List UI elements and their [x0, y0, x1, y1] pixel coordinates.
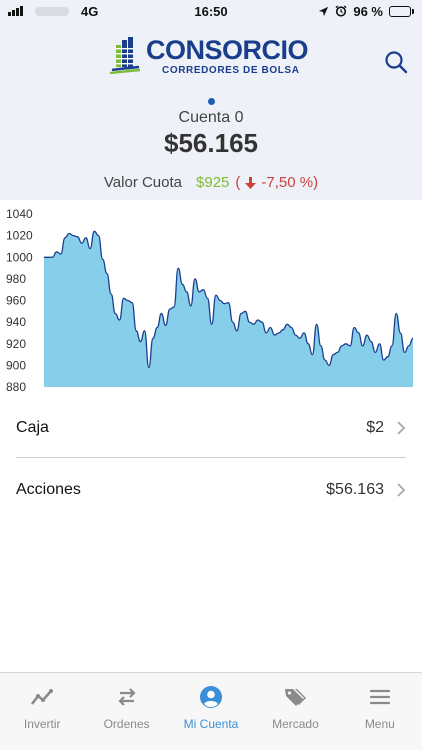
account-header: CONSORCIO CORREDORES DE BOLSA Cuenta 0 $…: [0, 22, 422, 200]
y-tick-label: 940: [6, 315, 26, 329]
building-logo-icon: [109, 37, 140, 74]
tags-icon: [285, 689, 307, 706]
y-tick-label: 880: [6, 380, 26, 394]
tab-ordenes[interactable]: Ordenes: [84, 673, 168, 750]
list-item-caja[interactable]: Caja $2: [16, 398, 406, 458]
brand-tagline: CORREDORES DE BOLSA: [162, 65, 300, 76]
alarm-clock-icon: [335, 5, 347, 17]
y-tick-label: 920: [6, 337, 26, 351]
swap-arrows-icon: [118, 688, 136, 706]
list-item-value: $2: [366, 418, 384, 436]
quota-change: ( -7,50 %): [235, 174, 318, 191]
tab-label: Ordenes: [103, 717, 150, 731]
portfolio-list: Caja $2 Acciones $56.163: [0, 398, 422, 520]
location-arrow-icon: [319, 6, 329, 16]
battery-percent: 96 %: [353, 3, 383, 19]
quota-value: $925: [196, 174, 230, 191]
y-tick-label: 1020: [6, 229, 33, 243]
tab-menu[interactable]: Menu: [338, 673, 422, 750]
list-item-label: Caja: [16, 418, 49, 436]
signal-strength-icon: [8, 6, 23, 16]
battery-icon: [389, 5, 414, 17]
account-value: $56.165: [164, 128, 258, 158]
search-icon: [385, 51, 408, 74]
carrier-name: [35, 6, 69, 16]
status-bar: 4G 16:50 96 %: [0, 0, 422, 22]
list-item-value: $56.163: [326, 481, 384, 498]
status-time: 16:50: [194, 3, 228, 19]
quota-label: Valor Cuota: [103, 174, 183, 191]
y-tick-label: 1040: [6, 207, 33, 221]
quota-change-value: -7,50 %): [261, 174, 319, 191]
bottom-tab-bar: Invertir Ordenes Mi Cuenta Mercado Menu: [0, 672, 422, 750]
tab-label: Mi Cuenta: [183, 717, 239, 731]
y-tick-label: 980: [6, 272, 26, 286]
page-indicator-dot: [208, 98, 215, 105]
performance-chart: 1040 1020 1000 980 960 940 920 900 880: [6, 207, 414, 394]
y-tick-label: 1000: [6, 250, 33, 264]
brand-name: CONSORCIO: [146, 35, 309, 65]
chevron-right-icon: [397, 483, 406, 497]
list-item-label: Acciones: [16, 481, 81, 498]
quota-open-paren: (: [235, 174, 241, 191]
chevron-right-icon: [397, 420, 406, 435]
quota-row: Valor Cuota $925 ( -7,50 %): [0, 174, 422, 191]
arrow-down-icon: [245, 176, 257, 189]
hamburger-icon: [369, 689, 390, 705]
network-type: 4G: [81, 3, 99, 19]
chart-line-icon: [31, 689, 54, 705]
search-button[interactable]: [382, 48, 410, 76]
y-tick-label: 960: [6, 294, 26, 308]
tab-label: Menu: [364, 717, 395, 731]
account-name: Cuenta 0: [178, 109, 244, 126]
tab-label: Invertir: [23, 717, 61, 731]
brand-logo: CONSORCIO CORREDORES DE BOLSA: [106, 35, 309, 76]
y-tick-label: 900: [6, 358, 26, 372]
list-item-acciones[interactable]: Acciones $56.163: [16, 460, 406, 520]
tab-mi-cuenta[interactable]: Mi Cuenta: [169, 673, 253, 750]
user-circle-icon: [200, 686, 223, 708]
tab-mercado[interactable]: Mercado: [253, 673, 337, 750]
tab-label: Mercado: [272, 717, 319, 731]
tab-invertir[interactable]: Invertir: [0, 673, 84, 750]
chart-area-fill: [44, 231, 413, 387]
